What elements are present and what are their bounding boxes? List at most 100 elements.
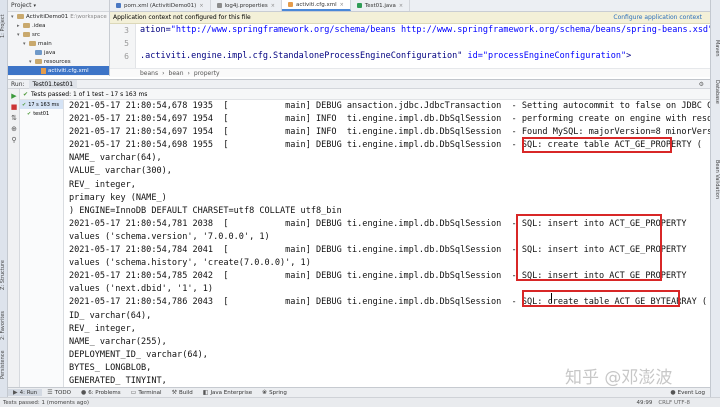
tree-item[interactable]: ▾ resources	[8, 57, 109, 66]
maven-tool-tab[interactable]: Maven	[712, 40, 720, 60]
favorites-tool-tab[interactable]: 2: Favorites	[0, 305, 8, 345]
tree-item[interactable]: ▸ .idea	[8, 21, 109, 30]
check-icon: ✔	[22, 101, 27, 108]
breadcrumb-item[interactable]: bean	[169, 70, 184, 77]
tool-icon: ▭	[130, 389, 137, 396]
code-token: id="processEngineConfiguration"	[467, 51, 627, 61]
test-tree-label: 17 s 163 ms	[28, 101, 59, 108]
bottom-tool-tab[interactable]: ⚒ Build	[167, 389, 198, 396]
cursor-position[interactable]: 49:99	[636, 400, 652, 406]
tree-item-label: resources	[44, 58, 71, 65]
project-panel-header[interactable]: Project ▾	[8, 0, 109, 12]
editor-tab[interactable]: activiti.cfg.xml ×	[281, 0, 351, 11]
tool-icon: ●	[80, 389, 87, 396]
editor-tab[interactable]: log4j.properties ×	[211, 0, 282, 11]
database-tool-tab[interactable]: Database	[712, 80, 720, 115]
pin-icon[interactable]: ⚲	[10, 136, 18, 144]
encoding-indicator[interactable]: CRLF UTF-8	[658, 400, 690, 406]
bottom-tool-tab[interactable]: ◧ Java Enterprise	[198, 389, 257, 396]
tool-icon: ⚒	[171, 389, 177, 396]
configure-context-link[interactable]: Configure application context	[613, 14, 702, 21]
close-icon[interactable]: ×	[340, 2, 344, 8]
line-number: 5	[124, 39, 129, 48]
console-line: ID_ varchar(64),	[69, 310, 152, 321]
editor-tab[interactable]: Test01.java ×	[351, 0, 411, 11]
editor-tab-label: activiti.cfg.xml	[295, 1, 337, 8]
tree-item[interactable]: ▾ src	[8, 30, 109, 39]
bottom-tool-tab[interactable]: ▶ 4: Run	[8, 389, 43, 396]
right-tool-strip: Maven Database Bean Validation	[710, 0, 720, 407]
bottom-tool-tab-label: Terminal	[138, 389, 162, 396]
line-number: 6	[124, 52, 129, 61]
bottom-tool-tab-label: Spring	[269, 389, 287, 396]
folder-icon	[35, 59, 42, 64]
gear-icon[interactable]: ⚙	[699, 81, 704, 88]
highlight-box	[522, 290, 680, 307]
code-content[interactable]: ation="http://www.springframework.org/sc…	[140, 24, 710, 63]
tree-item[interactable]: ▾ ActivitiDemo01 E:\workspace	[8, 12, 109, 21]
bean-validation-tool-tab[interactable]: Bean Validation	[712, 160, 720, 220]
folder-icon	[35, 50, 42, 55]
context-notice-bar: Application context not configured for t…	[110, 12, 710, 24]
code-editor[interactable]: 3 5 6 ation="http://www.springframework.or…	[110, 24, 710, 68]
rerun-icon[interactable]: ▶	[10, 92, 18, 100]
tree-item[interactable]: ▾ main	[8, 39, 109, 48]
test-tree-item[interactable]: ✔ 17 s 163 ms	[20, 100, 63, 109]
breadcrumb-separator: ›	[187, 69, 190, 77]
code-line: .activiti.engine.impl.cfg.StandaloneProc…	[140, 50, 710, 63]
close-icon[interactable]: ×	[399, 3, 403, 9]
console-line: 2021-05-17 21:80:54,697 1954 [ main] INF…	[69, 114, 710, 125]
highlight-box	[522, 137, 672, 153]
bottom-tool-tab-label: Build	[178, 389, 193, 396]
tree-item[interactable]: activiti.cfg.xml	[8, 66, 109, 75]
console-output[interactable]: 2021-05-17 21:80:54,678 1935 [ main] DEB…	[64, 100, 710, 387]
test-tree-item[interactable]: ✔ test01	[20, 109, 63, 118]
project-panel: Project ▾ ▾ ActivitiDemo01 E:\workspace ▸ .i…	[8, 0, 110, 76]
breadcrumb-item[interactable]: property	[194, 70, 220, 77]
stop-icon[interactable]: ■	[10, 103, 18, 111]
code-token: >	[626, 51, 632, 61]
bottom-tool-tab[interactable]: ● Event Log	[665, 389, 710, 396]
folder-icon	[23, 32, 30, 37]
close-icon[interactable]: ×	[199, 3, 203, 9]
breadcrumb-separator: ›	[162, 69, 165, 77]
highlight-box	[516, 214, 662, 281]
test-status-text: Tests passed: 1 of 1 test – 17 s 163 ms	[31, 90, 148, 98]
notice-text: Application context not configured for t…	[113, 14, 251, 21]
breadcrumb: beans › bean › property	[110, 68, 710, 77]
project-tool-tab[interactable]: 1: Project	[0, 6, 8, 46]
test-status-row: ✔ Tests passed: 1 of 1 test – 17 s 163 m…	[20, 89, 710, 100]
bottom-tool-tab[interactable]: ☰ TODO	[42, 389, 76, 396]
persistence-tool-tab[interactable]: Persistence	[0, 345, 8, 385]
tree-item-label: .idea	[32, 22, 46, 29]
structure-tool-tab[interactable]: Z: Structure	[0, 250, 8, 300]
line-number-gutter: 3 5 6	[110, 24, 136, 68]
editor-tab[interactable]: pom.xml (ActivitiDemo01) ×	[110, 0, 211, 11]
editor-tab-bar: pom.xml (ActivitiDemo01) × log4j.propertie…	[110, 0, 710, 12]
chevron-down-icon[interactable]: ▾	[34, 3, 37, 9]
bottom-tool-tab[interactable]: ▭ Terminal	[126, 389, 167, 396]
console-line: REV_ integer,	[69, 179, 136, 190]
check-icon: ✔	[27, 110, 32, 117]
tree-item-label: main	[38, 40, 52, 47]
status-message: Tests passed: 1 (moments ago)	[3, 399, 89, 406]
tree-item-label: java	[44, 49, 56, 56]
line-number: 3	[124, 26, 129, 35]
tool-icon: ☰	[47, 389, 53, 396]
bottom-tool-tab[interactable]: ● 6: Problems	[76, 389, 126, 396]
run-panel-header: Run: Test01.test01 ⚙	[8, 79, 710, 89]
expand-icon[interactable]: ⊕	[10, 125, 18, 133]
run-config-tab[interactable]: Test01.test01	[28, 79, 78, 89]
folder-icon	[29, 41, 36, 46]
close-icon[interactable]: ×	[271, 3, 275, 9]
folder-icon	[23, 23, 30, 28]
file-type-icon	[287, 2, 293, 7]
bottom-tool-tab[interactable]: ❀ Spring	[257, 389, 292, 396]
editor-tab-label: Test01.java	[364, 2, 396, 9]
sort-icon[interactable]: ⇅	[10, 114, 18, 122]
left-tool-strip: 1: Project Z: Structure 2: Favorites Per…	[0, 0, 8, 407]
breadcrumb-item[interactable]: beans	[140, 70, 158, 77]
tree-item-label: activiti.cfg.xml	[48, 67, 89, 74]
tree-item[interactable]: java	[8, 48, 109, 57]
